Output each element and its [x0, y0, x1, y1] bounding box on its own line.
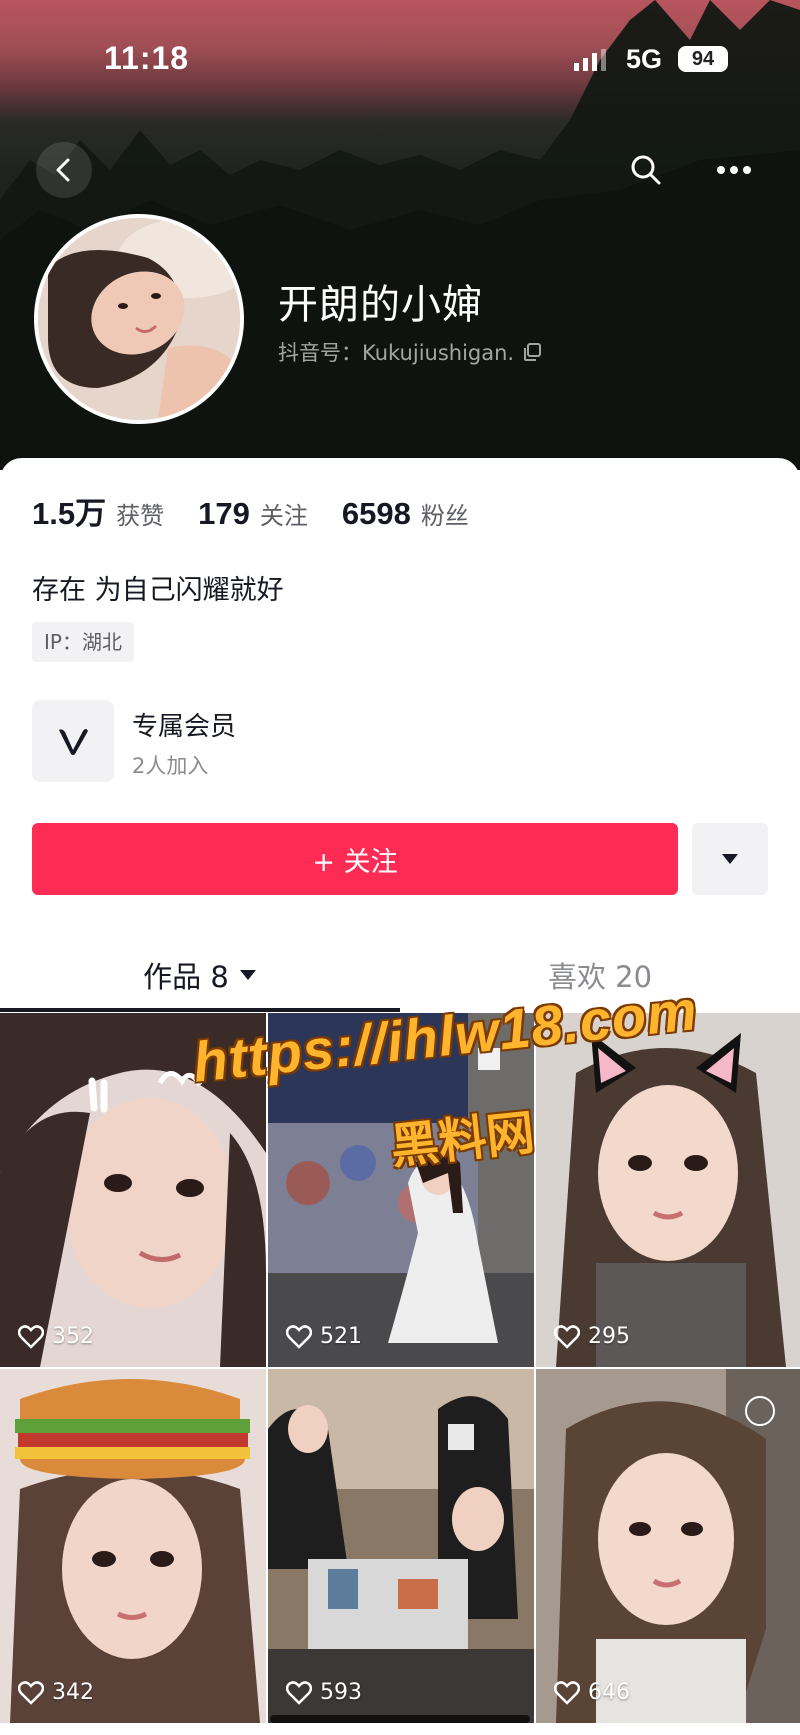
- search-button[interactable]: [618, 142, 674, 198]
- video-thumbnail[interactable]: 646: [536, 1369, 800, 1723]
- watermark-text: 黑料网: [387, 1104, 538, 1176]
- like-count: 521: [286, 1324, 362, 1349]
- video-thumbnail-image: [268, 1369, 534, 1723]
- like-count-value: 352: [52, 1324, 94, 1349]
- more-icon: [717, 166, 751, 174]
- like-count: 342: [18, 1680, 94, 1705]
- stat-value: 6598: [341, 496, 411, 531]
- stat-likes[interactable]: 1.5万 获赞: [32, 488, 164, 533]
- like-count-value: 593: [320, 1680, 362, 1705]
- back-button[interactable]: [36, 142, 92, 198]
- like-count: 295: [554, 1324, 630, 1349]
- home-indicator: [270, 1715, 530, 1723]
- douyin-id-text: 抖音号：Kukujiushigan.: [278, 341, 515, 365]
- like-count-value: 342: [52, 1680, 94, 1705]
- like-count: 646: [554, 1680, 630, 1705]
- tab-works[interactable]: 作品 8: [0, 936, 400, 1014]
- like-count-value: 295: [588, 1324, 630, 1349]
- heart-icon: [18, 1680, 44, 1705]
- stat-value: 1.5万: [32, 496, 107, 531]
- dropdown-icon: [722, 854, 738, 864]
- member-v-icon: [32, 700, 114, 782]
- battery-indicator: 94: [678, 46, 728, 72]
- stat-label: 关注: [259, 502, 308, 530]
- signal-icon: [574, 49, 606, 71]
- back-icon: [56, 158, 70, 182]
- stat-followers[interactable]: 6598 粉丝: [342, 496, 469, 532]
- like-count: 352: [18, 1324, 94, 1349]
- copy-icon[interactable]: [522, 342, 542, 362]
- like-count-value: 521: [320, 1324, 362, 1349]
- heart-icon: [286, 1680, 312, 1705]
- tab-works-label: 作品 8: [143, 960, 229, 994]
- stats-row: 1.5万 获赞 179 关注 6598 粉丝: [32, 488, 503, 533]
- follow-button[interactable]: + 关注: [32, 823, 678, 895]
- video-thumbnail-image: [536, 1369, 800, 1723]
- video-thumbnail-image: [0, 1369, 266, 1723]
- recommend-dropdown-button[interactable]: [692, 823, 768, 895]
- follow-button-label: + 关注: [312, 846, 398, 878]
- avatar-image: [38, 218, 240, 420]
- exclusive-member-entry[interactable]: 专属会员 2人加入: [32, 700, 632, 784]
- stat-label: 获赞: [116, 502, 165, 530]
- stat-following[interactable]: 179 关注: [198, 496, 308, 532]
- active-tab-indicator: [0, 1008, 400, 1012]
- watermark-overlay: https://ihlw18.com 黑料网: [190, 978, 730, 1180]
- video-thumbnail[interactable]: 593: [268, 1369, 534, 1723]
- video-thumbnail[interactable]: 342: [0, 1369, 266, 1723]
- heart-icon: [18, 1324, 44, 1349]
- network-type: 5G: [626, 44, 663, 74]
- caret-down-icon: [239, 970, 256, 980]
- like-count-value: 646: [588, 1680, 630, 1705]
- profile-bio: 存在 为自己闪耀就好: [32, 575, 284, 606]
- ip-location-tag: IP：湖北: [32, 622, 134, 662]
- heart-icon: [554, 1324, 580, 1349]
- more-button[interactable]: [706, 142, 762, 198]
- stat-value: 179: [198, 496, 250, 531]
- profile-nickname: 开朗的小婶: [278, 282, 483, 328]
- member-subtitle: 2人加入: [132, 754, 209, 778]
- avatar[interactable]: [34, 214, 244, 424]
- heart-icon: [554, 1680, 580, 1705]
- member-title: 专属会员: [132, 712, 237, 742]
- status-bar: 11:18 5G 94: [0, 0, 800, 110]
- stat-label: 粉丝: [420, 502, 469, 530]
- douyin-id-row: 抖音号：Kukujiushigan.: [278, 337, 542, 367]
- status-time: 11:18: [104, 40, 190, 76]
- heart-icon: [286, 1324, 312, 1349]
- like-count: 593: [286, 1680, 362, 1705]
- search-icon: [631, 155, 661, 185]
